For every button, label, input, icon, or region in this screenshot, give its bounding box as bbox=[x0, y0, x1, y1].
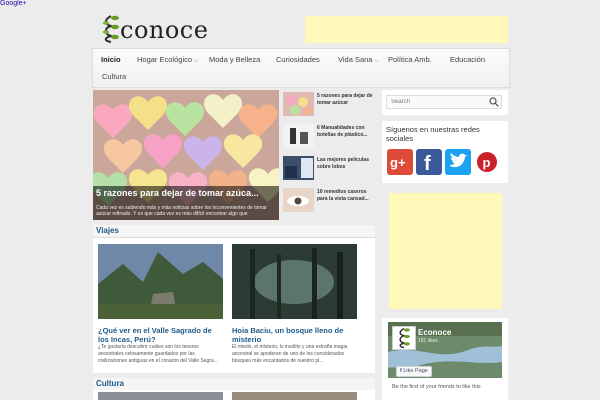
twitter-icon[interactable] bbox=[445, 149, 471, 175]
nav-label: Política Amb. bbox=[388, 55, 432, 64]
section-title[interactable]: Cultura bbox=[96, 379, 124, 388]
article-excerpt: ¿Te gustaría descubrir cuáles son los te… bbox=[98, 344, 218, 364]
article-thumbnail[interactable] bbox=[232, 392, 357, 400]
section-title[interactable]: Viajes bbox=[96, 226, 119, 235]
nav-item-cultura[interactable]: Cultura bbox=[102, 71, 126, 83]
nav-item-politica-amb[interactable]: Política Amb. bbox=[388, 54, 432, 66]
main-navigation: Inicio Hogar Ecológico ⌵ Moda y Belleza C… bbox=[92, 48, 510, 88]
nav-label: Cultura bbox=[102, 72, 127, 81]
nav-label: Vida Sana bbox=[338, 55, 373, 64]
search-input[interactable] bbox=[386, 95, 502, 109]
featured-caption: 5 razones para dejar de tomar azúca... C… bbox=[93, 186, 279, 220]
wolf-movie-thumbnail bbox=[283, 156, 314, 180]
nav-item-educacion[interactable]: Educación bbox=[450, 54, 485, 66]
facebook-page-avatar[interactable] bbox=[392, 326, 416, 350]
sidebar-ad-banner[interactable] bbox=[389, 193, 502, 309]
chevron-down-icon: ⌵ bbox=[374, 58, 380, 64]
nav-label: Inicio bbox=[101, 55, 121, 64]
facebook-icon: f bbox=[400, 368, 402, 374]
google-plus-link[interactable]: Google+ bbox=[0, 0, 27, 7]
facebook-likes-count: 181 likes bbox=[418, 338, 438, 344]
article-excerpt: El miedo, el misterio, lo insólito y una… bbox=[232, 344, 348, 364]
facebook-cover-image: Econoce 181 likes f Like Page bbox=[388, 322, 502, 378]
facebook-page-widget: Econoce 181 likes f Like Page Be the fir… bbox=[382, 318, 508, 400]
nav-item-vida-sana[interactable]: Vida Sana ⌵ bbox=[338, 54, 379, 67]
facebook-friends-text: Be the first of your friends to like thi… bbox=[392, 384, 481, 390]
side-list-title: 5 razones para dejar de tomar azúcar bbox=[317, 93, 373, 106]
side-list-title: Las mejores películas sobre lobos bbox=[317, 157, 369, 170]
featured-title[interactable]: 5 razones para dejar de tomar azúca... bbox=[96, 188, 259, 198]
nav-item-hogar-ecologico[interactable]: Hogar Ecológico ⌵ bbox=[137, 54, 199, 67]
candy-thumbnail bbox=[283, 92, 314, 116]
nav-item-inicio[interactable]: Inicio bbox=[101, 54, 121, 66]
chevron-down-icon: ⌵ bbox=[194, 58, 199, 64]
nav-item-moda-belleza[interactable]: Moda y Belleza bbox=[209, 54, 260, 66]
nav-label: Moda y Belleza bbox=[209, 55, 261, 64]
svg-text:p: p bbox=[483, 155, 491, 170]
nav-label: Educación bbox=[450, 55, 486, 64]
misty-forest-image bbox=[232, 244, 357, 319]
side-list-item[interactable]: 6 Manualidades con botellas de plástico.… bbox=[283, 124, 375, 152]
header-ad-banner[interactable] bbox=[305, 16, 508, 43]
article-title[interactable]: ¿Qué ver en el Valle Sagrado de los Inca… bbox=[98, 326, 223, 344]
social-widget-title: Síguenos en nuestras redes sociales bbox=[386, 125, 480, 143]
bottles-thumbnail bbox=[283, 124, 314, 148]
google-plus-icon[interactable]: g+ bbox=[387, 149, 413, 175]
featured-excerpt: Cada vez es sabiendo más y más noticias … bbox=[96, 205, 267, 217]
site-logo[interactable]: conoce bbox=[100, 14, 210, 46]
nav-item-curiosidades[interactable]: Curiosidades bbox=[276, 54, 320, 66]
svg-text:f: f bbox=[424, 153, 431, 175]
search-icon[interactable] bbox=[489, 97, 499, 107]
machu-picchu-image bbox=[98, 244, 223, 319]
featured-slider[interactable]: 5 razones para dejar de tomar azúca... C… bbox=[93, 90, 279, 220]
section-heading-viajes: Viajes bbox=[93, 225, 375, 238]
side-list-item[interactable]: 10 remedios caseros para la vista cansad… bbox=[283, 188, 375, 216]
social-widget: Síguenos en nuestras redes sociales g+ f… bbox=[382, 121, 508, 183]
pinterest-icon[interactable]: p bbox=[474, 149, 500, 175]
facebook-like-page-button[interactable]: f Like Page bbox=[396, 366, 432, 377]
side-list-title: 6 Manualidades con botellas de plástico.… bbox=[317, 125, 368, 138]
facebook-page-name[interactable]: Econoce bbox=[418, 328, 451, 337]
eye-thumbnail bbox=[283, 188, 314, 212]
side-list-title: 10 remedios caseros para la vista cansad… bbox=[317, 189, 369, 202]
search-widget bbox=[382, 90, 508, 115]
leaf-e-icon bbox=[399, 327, 410, 349]
nav-label: Curiosidades bbox=[276, 55, 320, 64]
cultura-section bbox=[93, 390, 375, 400]
logo-text: conoce bbox=[120, 16, 209, 44]
viajes-section: ¿Qué ver en el Valle Sagrado de los Inca… bbox=[93, 238, 375, 373]
leaf-e-icon bbox=[102, 15, 119, 43]
side-list-item[interactable]: Las mejores películas sobre lobos bbox=[283, 156, 375, 184]
like-page-label: Like Page bbox=[403, 368, 428, 374]
article-title[interactable]: Hoia Baciu, un bosque lleno de misterio bbox=[232, 326, 357, 344]
facebook-icon[interactable]: f bbox=[416, 149, 442, 175]
side-list-item[interactable]: 5 razones para dejar de tomar azúcar bbox=[283, 92, 375, 120]
nav-label: Hogar Ecológico bbox=[137, 55, 193, 64]
svg-text:g+: g+ bbox=[390, 155, 406, 170]
article-thumbnail[interactable] bbox=[98, 392, 223, 400]
